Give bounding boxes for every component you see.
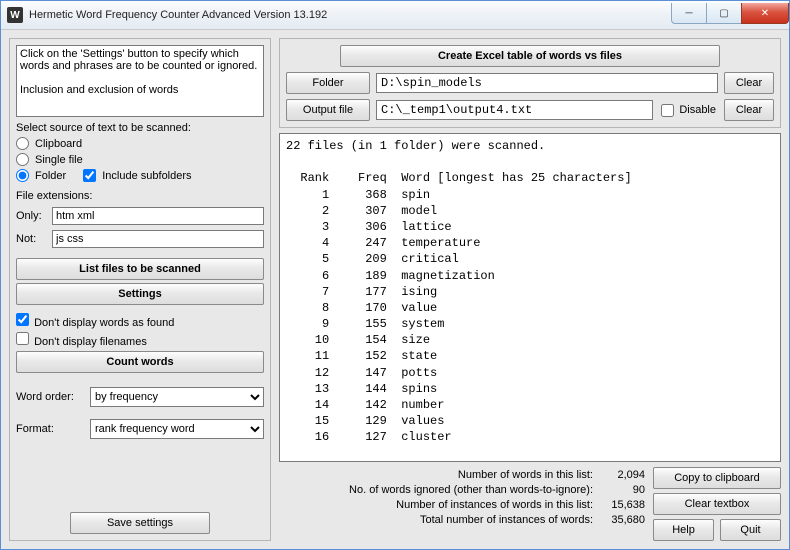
count-words-button[interactable]: Count words: [16, 351, 264, 373]
ignored-label: No. of words ignored (other than words-t…: [349, 484, 593, 496]
include-subfolders-check[interactable]: Include subfolders: [83, 169, 191, 182]
dont-display-words-label: Don't display words as found: [34, 317, 174, 329]
source-folder-label: Folder: [35, 170, 66, 182]
file-ext-label: File extensions:: [16, 190, 264, 202]
dont-display-words-check[interactable]: Don't display words as found: [16, 313, 264, 329]
output-clear-button[interactable]: Clear: [724, 99, 774, 121]
disable-check[interactable]: Disable: [659, 104, 718, 117]
instances-list-label: Number of instances of words in this lis…: [396, 499, 593, 511]
word-order-label: Word order:: [16, 391, 86, 403]
window-title: Hermetic Word Frequency Counter Advanced…: [29, 9, 671, 21]
instances-total-value: 35,680: [597, 514, 645, 526]
titlebar[interactable]: W Hermetic Word Frequency Counter Advanc…: [1, 1, 789, 30]
word-order-select[interactable]: by frequency: [90, 387, 264, 407]
only-input[interactable]: [52, 207, 264, 225]
folder-clear-button[interactable]: Clear: [724, 72, 774, 94]
help-button[interactable]: Help: [653, 519, 714, 541]
dont-display-filenames-label: Don't display filenames: [34, 336, 147, 348]
instances-total-label: Total number of instances of words:: [420, 514, 593, 526]
app-window: W Hermetic Word Frequency Counter Advanc…: [0, 0, 790, 550]
list-count-label: Number of words in this list:: [458, 469, 593, 481]
source-clipboard-radio[interactable]: Clipboard: [16, 137, 82, 150]
minimize-button[interactable]: ─: [671, 3, 706, 24]
folder-input[interactable]: [376, 73, 718, 93]
source-clipboard-label: Clipboard: [35, 138, 82, 150]
stats-block: Number of words in this list: 2,094 No. o…: [279, 467, 645, 526]
close-button[interactable]: ✕: [741, 3, 789, 24]
results-textbox[interactable]: 22 files (in 1 folder) were scanned. Ran…: [279, 133, 781, 462]
ignored-value: 90: [597, 484, 645, 496]
list-count-value: 2,094: [597, 469, 645, 481]
create-excel-button[interactable]: Create Excel table of words vs files: [340, 45, 720, 67]
only-label: Only:: [16, 210, 48, 222]
output-file-button[interactable]: Output file: [286, 99, 370, 121]
instances-list-value: 15,638: [597, 499, 645, 511]
save-settings-button[interactable]: Save settings: [70, 512, 210, 534]
format-select[interactable]: rank frequency word: [90, 419, 264, 439]
source-label: Select source of text to be scanned:: [16, 122, 264, 134]
copy-clipboard-button[interactable]: Copy to clipboard: [653, 467, 781, 489]
list-files-button[interactable]: List files to be scanned: [16, 258, 264, 280]
disable-label: Disable: [679, 104, 716, 116]
source-singlefile-label: Single file: [35, 154, 83, 166]
quit-button[interactable]: Quit: [720, 519, 781, 541]
help-textbox[interactable]: [16, 45, 264, 117]
right-panel: Create Excel table of words vs files Fol…: [279, 38, 781, 541]
source-folder-radio[interactable]: Folder: [16, 169, 66, 182]
app-icon: W: [7, 7, 23, 23]
settings-button[interactable]: Settings: [16, 283, 264, 305]
folder-button[interactable]: Folder: [286, 72, 370, 94]
maximize-button[interactable]: ▢: [706, 3, 741, 24]
top-group: Create Excel table of words vs files Fol…: [279, 38, 781, 128]
clear-textbox-button[interactable]: Clear textbox: [653, 493, 781, 515]
source-singlefile-radio[interactable]: Single file: [16, 153, 83, 166]
format-label: Format:: [16, 423, 86, 435]
not-input[interactable]: [52, 230, 264, 248]
not-label: Not:: [16, 233, 48, 245]
left-panel: Select source of text to be scanned: Cli…: [9, 38, 271, 541]
output-file-input[interactable]: [376, 100, 653, 120]
dont-display-filenames-check[interactable]: Don't display filenames: [16, 332, 264, 348]
include-subfolders-label: Include subfolders: [102, 170, 191, 182]
